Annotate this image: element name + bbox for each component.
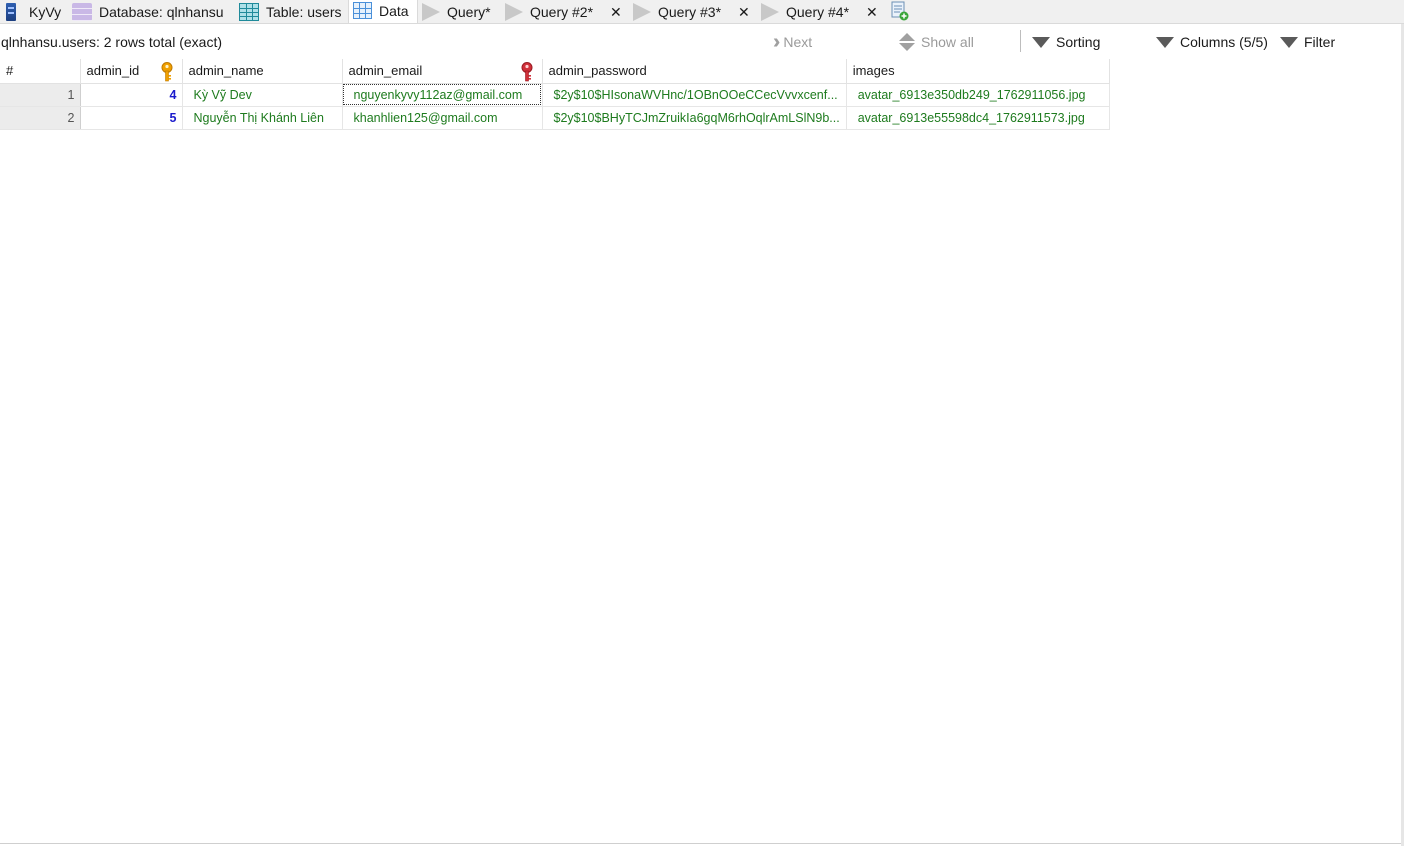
play-icon: [761, 3, 779, 21]
column-header-admin-id[interactable]: admin_id: [80, 59, 183, 84]
dropdown-arrow-icon: [1156, 36, 1174, 48]
sorting-button[interactable]: Sorting: [1032, 30, 1100, 54]
play-icon: [633, 3, 651, 21]
columns-label: Columns (5/5): [1180, 34, 1268, 50]
tab-database[interactable]: Database: qlnhansu: [72, 0, 224, 24]
double-chevron-right-icon: ››: [773, 30, 782, 53]
cell-admin-email[interactable]: khanhlien125@gmail.com: [342, 106, 543, 130]
table-row[interactable]: 1 4 Kỳ Vỹ Dev nguyenkyvy112az@gmail.com …: [0, 83, 1110, 107]
cell-admin-email[interactable]: nguyenkyvy112az@gmail.com: [342, 83, 543, 107]
tab-label: Data: [379, 2, 409, 19]
cell-admin-password[interactable]: $2y$10$BHyTCJmZruikIa6gqM6rhOqlrAmLSlN9b…: [542, 106, 847, 130]
row-count-info: qlnhansu.users: 2 rows total (exact): [1, 34, 222, 50]
row-number[interactable]: 1: [0, 83, 81, 107]
tab-label: Query #4*: [786, 4, 850, 20]
sorting-label: Sorting: [1056, 34, 1101, 50]
grid-icon: [353, 2, 372, 19]
new-query-tab-icon[interactable]: [891, 1, 909, 21]
column-header-rownum[interactable]: #: [0, 59, 81, 84]
next-button[interactable]: ›› Next: [773, 30, 812, 54]
play-icon: [422, 3, 440, 21]
primary-key-icon: [161, 62, 172, 82]
tab-data[interactable]: Data: [348, 0, 418, 23]
bottom-border: [0, 843, 1401, 844]
show-all-button[interactable]: Show all: [899, 30, 974, 54]
next-label: Next: [783, 34, 813, 50]
cell-images[interactable]: avatar_6913e350db249_1762911056.jpg: [846, 83, 1110, 107]
expand-icon: [899, 33, 915, 51]
cell-images[interactable]: avatar_6913e55598dc4_1762911573.jpg: [846, 106, 1110, 130]
tab-label: Table: users: [266, 4, 342, 20]
tab-label: Database: qlnhansu: [99, 4, 224, 20]
unique-key-icon: [521, 62, 532, 82]
tab-label: Query #2*: [530, 4, 594, 20]
header-row: # admin_id admin_name admin_email admin_…: [0, 59, 1110, 84]
tab-server[interactable]: KyVy: [6, 0, 61, 24]
cell-admin-id[interactable]: 5: [80, 106, 183, 130]
cell-admin-id[interactable]: 4: [80, 83, 183, 107]
tab-query-3[interactable]: Query #3*: [633, 0, 721, 24]
row-number[interactable]: 2: [0, 106, 81, 130]
tab-query-4[interactable]: Query #4*: [761, 0, 849, 24]
tab-label: Query #3*: [658, 4, 722, 20]
toolbar-separator: [1020, 30, 1021, 52]
tab-label: KyVy: [29, 4, 62, 20]
show-all-label: Show all: [921, 34, 974, 50]
close-tab-query-2-icon[interactable]: ✕: [610, 0, 622, 24]
table-icon: [239, 3, 259, 21]
table-row[interactable]: 2 5 Nguyễn Thị Khánh Liên khanhlien125@g…: [0, 106, 1110, 130]
data-grid: # admin_id admin_name admin_email admin_…: [0, 59, 1110, 130]
column-header-admin-password[interactable]: admin_password: [542, 59, 847, 84]
cell-admin-name[interactable]: Nguyễn Thị Khánh Liên: [182, 106, 343, 130]
cell-admin-password[interactable]: $2y$10$HIsonaWVHnc/1OBnOOeCCecVvvxcenf..…: [542, 83, 847, 107]
column-header-images[interactable]: images: [846, 59, 1110, 84]
tab-query-2[interactable]: Query #2*: [505, 0, 593, 24]
tab-table[interactable]: Table: users: [239, 0, 341, 24]
column-header-admin-name[interactable]: admin_name: [182, 59, 343, 84]
data-toolbar: qlnhansu.users: 2 rows total (exact) ›› …: [0, 30, 1404, 56]
tab-label: Query*: [447, 4, 491, 20]
dropdown-arrow-icon: [1032, 36, 1050, 48]
server-icon: [6, 3, 16, 21]
tab-bar: KyVy Database: qlnhansu Table: users Dat…: [0, 0, 1404, 24]
play-icon: [505, 3, 523, 21]
close-tab-query-3-icon[interactable]: ✕: [738, 0, 750, 24]
cell-admin-name[interactable]: Kỳ Vỹ Dev: [182, 83, 343, 107]
dropdown-arrow-icon: [1280, 36, 1298, 48]
close-tab-query-4-icon[interactable]: ✕: [866, 0, 878, 24]
database-icon: [72, 3, 92, 21]
filter-button[interactable]: Filter: [1280, 30, 1335, 54]
columns-button[interactable]: Columns (5/5): [1156, 30, 1268, 54]
tab-query-1[interactable]: Query*: [422, 0, 491, 24]
column-header-admin-email[interactable]: admin_email: [342, 59, 543, 84]
filter-label: Filter: [1304, 34, 1336, 50]
